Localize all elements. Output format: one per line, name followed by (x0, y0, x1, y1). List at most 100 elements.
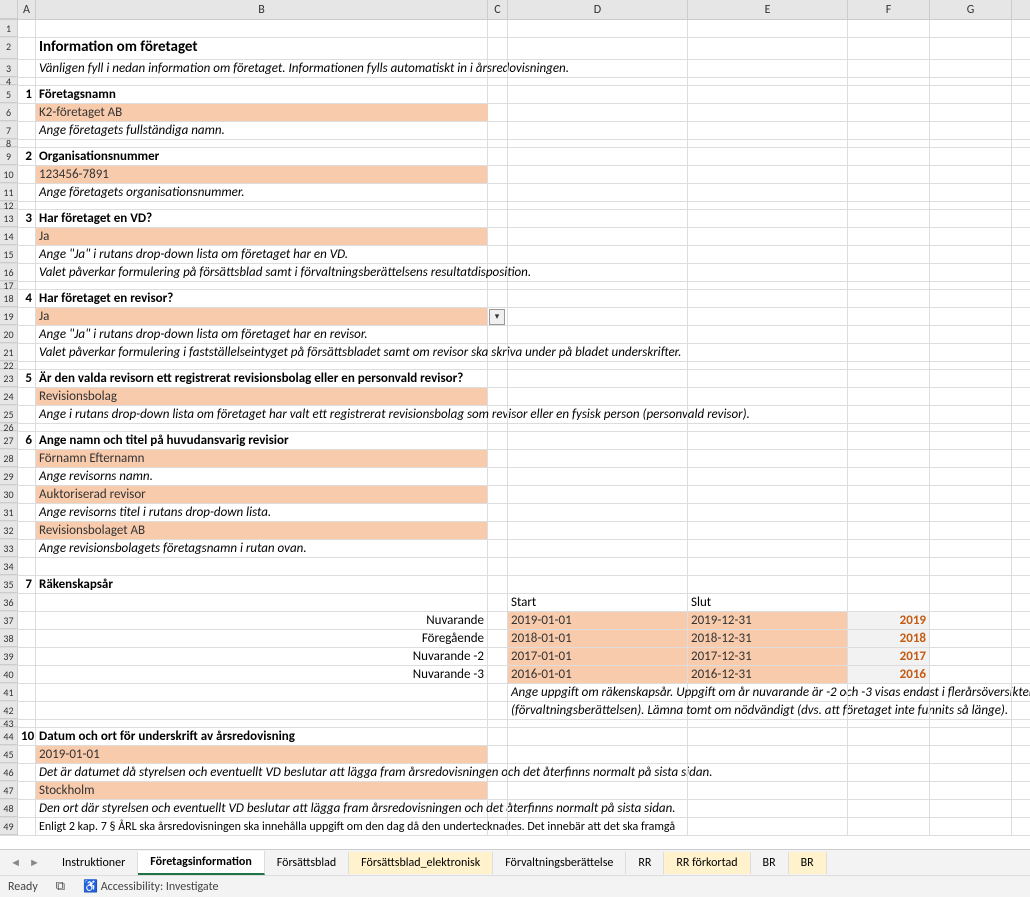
tab-br[interactable]: BR (751, 852, 789, 874)
row-header[interactable]: 32 (0, 522, 18, 539)
row-header[interactable]: 17 (0, 282, 18, 289)
row-header[interactable]: 31 (0, 504, 18, 521)
row-header[interactable]: 6 (0, 104, 18, 121)
row-header[interactable]: 8 (0, 140, 18, 147)
org-number-input[interactable]: 123456-7891 (36, 166, 488, 183)
section-num: 6 (18, 432, 36, 449)
col-header-A[interactable]: A (18, 0, 36, 19)
row-header[interactable]: 28 (0, 450, 18, 467)
row-header[interactable]: 43 (0, 720, 18, 727)
row-header[interactable]: 19 (0, 308, 18, 325)
hint-text: Ange företagets fullständiga namn. (36, 122, 488, 139)
revisionsbolag-input[interactable]: Revisionsbolaget AB (36, 522, 488, 539)
row-header[interactable]: 27 (0, 432, 18, 449)
tab-forvaltningsberattelse[interactable]: Förvaltningsberättelse (493, 852, 626, 874)
has-vd-dropdown[interactable]: Ja (36, 228, 488, 245)
revisor-title-dropdown[interactable]: Auktoriserad revisor (36, 486, 488, 503)
column-headers: A B C D E F G (0, 0, 1030, 20)
row-header[interactable]: 44 (0, 728, 18, 745)
hint-text: Valet påverkar formulering på försättsbl… (36, 264, 488, 281)
row-header[interactable]: 37 (0, 612, 18, 629)
hint-text: Ange revisionsbolagets företagsnamn i ru… (36, 540, 488, 557)
col-header-D[interactable]: D (508, 0, 688, 19)
display-settings-icon[interactable]: ⧉ (56, 879, 65, 894)
row-header[interactable]: 29 (0, 468, 18, 485)
tab-prev-icon[interactable]: ◄ (10, 856, 21, 869)
company-name-input[interactable]: K2-företaget AB (36, 104, 488, 121)
section-num: 2 (18, 148, 36, 165)
fy-label: Nuvarande -2 (36, 648, 488, 665)
col-header-E[interactable]: E (688, 0, 848, 19)
section-label: Räkenskapsår (36, 576, 488, 593)
tab-foretagsinformation[interactable]: Företagsinformation (138, 851, 265, 875)
tab-nav[interactable]: ◄ ► (0, 856, 50, 869)
status-ready: Ready (8, 880, 38, 894)
hint-text: Ange revisorns titel i rutans drop-down … (36, 504, 488, 521)
fy-start-input[interactable]: 2019-01-01 (508, 612, 688, 629)
row-header[interactable]: 5 (0, 86, 18, 103)
col-header-B[interactable]: B (36, 0, 488, 19)
tab-rr[interactable]: RR (626, 852, 664, 874)
tab-rr-forkortad[interactable]: RR förkortad (664, 852, 750, 874)
fy-end-input[interactable]: 2017-12-31 (688, 648, 848, 665)
row-header[interactable]: 2 (0, 38, 18, 59)
row-header[interactable]: 39 (0, 648, 18, 665)
col-header-G[interactable]: G (930, 0, 1012, 19)
fy-end-input[interactable]: 2019-12-31 (688, 612, 848, 629)
row-header[interactable]: 13 (0, 210, 18, 227)
row-header[interactable]: 30 (0, 486, 18, 503)
row-header[interactable]: 41 (0, 684, 18, 701)
fy-start-input[interactable]: 2018-01-01 (508, 630, 688, 647)
row-header[interactable]: 46 (0, 764, 18, 781)
row-header[interactable]: 22 (0, 362, 18, 369)
row-header[interactable]: 24 (0, 388, 18, 405)
row-header[interactable]: 36 (0, 594, 18, 611)
sign-date-input[interactable]: 2019-01-01 (36, 746, 488, 763)
row-header[interactable]: 9 (0, 148, 18, 165)
fy-year: 2019 (848, 612, 930, 629)
col-header-F[interactable]: F (848, 0, 930, 19)
row-header[interactable]: 15 (0, 246, 18, 263)
has-revisor-dropdown[interactable]: Ja▾ (36, 308, 488, 325)
row-header[interactable]: 35 (0, 576, 18, 593)
tab-forsattsblad-elektronisk[interactable]: Försättsblad_elektronisk (349, 852, 493, 874)
row-header[interactable]: 38 (0, 630, 18, 647)
row-header[interactable]: 26 (0, 424, 18, 431)
row-header[interactable]: 18 (0, 290, 18, 307)
row-header[interactable]: 34 (0, 558, 18, 575)
tab-br2[interactable]: BR (789, 852, 827, 874)
revisor-name-input[interactable]: Förnamn Efternamn (36, 450, 488, 467)
tab-next-icon[interactable]: ► (29, 856, 40, 869)
row-header[interactable]: 23 (0, 370, 18, 387)
subtitle: Vänligen fyll i nedan information om för… (36, 60, 488, 77)
section-label: Datum och ort för underskrift av årsredo… (36, 728, 488, 745)
tab-instruktioner[interactable]: Instruktioner (50, 852, 138, 874)
row-header[interactable]: 20 (0, 326, 18, 343)
row-header[interactable]: 1 (0, 20, 18, 37)
row-header[interactable]: 45 (0, 746, 18, 763)
revisor-type-dropdown[interactable]: Revisionsbolag (36, 388, 488, 405)
select-all-corner[interactable] (0, 0, 18, 19)
fy-start-input[interactable]: 2016-01-01 (508, 666, 688, 683)
tab-forsattsblad[interactable]: Försättsblad (265, 852, 349, 874)
fy-label: Nuvarande -3 (36, 666, 488, 683)
spreadsheet-grid[interactable]: A B C D E F G 1 2Information om företage… (0, 0, 1030, 848)
row-header[interactable]: 47 (0, 782, 18, 799)
hint-text: Valet påverkar formulering i fastställel… (36, 344, 488, 361)
fy-end-input[interactable]: 2018-12-31 (688, 630, 848, 647)
row-header[interactable]: 40 (0, 666, 18, 683)
section-num: 7 (18, 576, 36, 593)
row-header[interactable]: 48 (0, 800, 18, 817)
fy-year: 2016 (848, 666, 930, 683)
row-header[interactable]: 4 (0, 78, 18, 85)
row-header[interactable]: 33 (0, 540, 18, 557)
fy-end-input[interactable]: 2016-12-31 (688, 666, 848, 683)
fy-start-input[interactable]: 2017-01-01 (508, 648, 688, 665)
sign-city-input[interactable]: Stockholm (36, 782, 488, 799)
row-header[interactable]: 12 (0, 202, 18, 209)
col-header-C[interactable]: C (488, 0, 508, 19)
row-header[interactable]: 49 (0, 818, 18, 835)
accessibility-status[interactable]: ♿ Accessibility: Investigate (83, 879, 218, 894)
row-header[interactable]: 14 (0, 228, 18, 245)
row-header[interactable]: 10 (0, 166, 18, 183)
